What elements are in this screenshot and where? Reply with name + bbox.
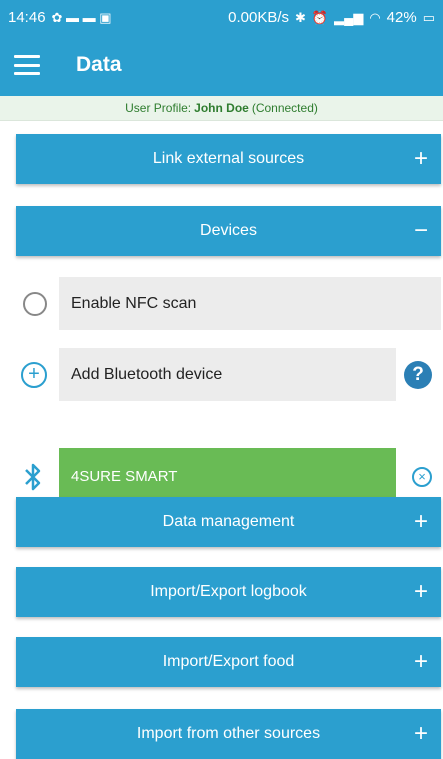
section-import-export-logbook[interactable]: Import/Export logbook +: [16, 567, 441, 617]
section-data-management[interactable]: Data management +: [16, 497, 441, 547]
wifi-icon: ◠: [369, 9, 381, 25]
profile-prefix: User Profile:: [125, 101, 192, 115]
section-import-other-sources[interactable]: Import from other sources +: [16, 709, 441, 759]
section-import-export-food[interactable]: Import/Export food +: [16, 637, 441, 687]
section-label: Import from other sources: [136, 725, 321, 742]
profile-name: John Doe: [194, 101, 249, 115]
section-link-external-sources[interactable]: Link external sources +: [16, 134, 441, 184]
section-label: Import/Export food: [162, 653, 295, 670]
user-profile-bar: User Profile: John Doe (Connected): [0, 96, 443, 121]
battery-percent: 42%: [386, 8, 417, 26]
app-bar: Data: [0, 34, 443, 96]
expand-plus-icon: +: [413, 720, 428, 747]
add-bluetooth-device[interactable]: Add Bluetooth device: [59, 348, 396, 401]
bluetooth-icon: [25, 463, 41, 491]
signal-icon: ▂▄▆: [334, 9, 364, 25]
expand-plus-icon: +: [413, 145, 428, 172]
bluetooth-status-icon: ✱: [295, 9, 306, 25]
battery-icon: ▭: [422, 9, 435, 25]
collapse-minus-icon: −: [413, 217, 428, 244]
remove-device-icon[interactable]: ×: [412, 467, 432, 487]
section-label: Devices: [200, 222, 257, 239]
expand-plus-icon: +: [413, 508, 428, 535]
device-name: 4SURE SMART: [71, 467, 178, 485]
hamburger-menu-icon[interactable]: [14, 55, 40, 75]
enable-nfc-scan[interactable]: Enable NFC scan: [59, 277, 441, 330]
section-label: Link external sources: [152, 150, 305, 167]
help-icon[interactable]: ?: [404, 361, 432, 389]
expand-plus-icon: +: [413, 648, 428, 675]
profile-status: (Connected): [251, 101, 318, 115]
page-title: Data: [76, 53, 122, 76]
status-bar: 14:46 ✿ ▬ ▬ ▣ 0.00KB/s ✱ ⏰ ▂▄▆ ◠ 42% ▭: [0, 0, 443, 34]
alarm-icon: ⏰: [311, 9, 329, 25]
status-time: 14:46: [8, 8, 46, 26]
notification-icons: ✿ ▬ ▬ ▣: [51, 9, 112, 25]
nfc-radio-button[interactable]: [23, 292, 47, 316]
nfc-label: Enable NFC scan: [71, 294, 197, 312]
expand-plus-icon: +: [413, 578, 428, 605]
section-label: Import/Export logbook: [150, 583, 307, 600]
connected-device[interactable]: 4SURE SMART: [59, 448, 396, 504]
add-circle-icon[interactable]: +: [21, 362, 47, 388]
section-label: Data management: [162, 513, 295, 530]
add-bluetooth-label: Add Bluetooth device: [71, 365, 223, 383]
section-devices[interactable]: Devices −: [16, 206, 441, 256]
network-speed: 0.00KB/s: [228, 8, 290, 26]
